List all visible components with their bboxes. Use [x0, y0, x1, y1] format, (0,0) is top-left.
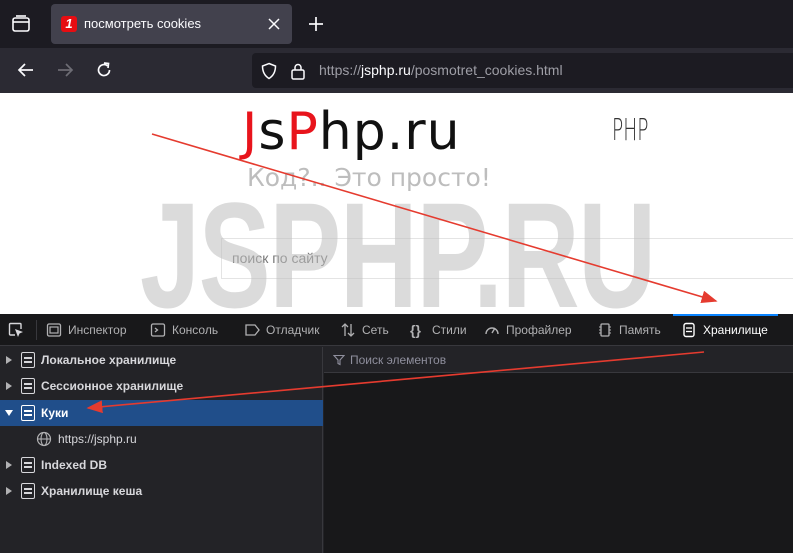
php-mark: PHP: [612, 113, 649, 148]
tab-label: Инспектор: [68, 323, 127, 337]
tab-title: посмотреть cookies: [84, 16, 202, 31]
storage-icon: [21, 352, 35, 368]
devtools-panel: Инспектор Консоль Отладчик Сеть {} Стили…: [0, 314, 793, 553]
tab-active[interactable]: 1 посмотреть cookies: [51, 4, 292, 44]
expand-arrow-icon[interactable]: [6, 382, 12, 390]
url-path: /posmotret_cookies.html: [410, 62, 563, 78]
devtools-tab-profiler[interactable]: Профайлер: [484, 314, 572, 346]
tab-label: Отладчик: [266, 323, 320, 337]
tab-label: Стили: [432, 323, 467, 337]
site-slogan: Код?.. Это просто!: [247, 163, 491, 192]
tree-item-cookies[interactable]: Куки: [0, 400, 323, 426]
filter-placeholder: Поиск элементов: [350, 353, 447, 367]
search-placeholder: поиск по сайту: [232, 250, 328, 266]
tree-item-session-storage[interactable]: Сессионное хранилище: [0, 373, 323, 399]
storage-icon: [21, 457, 35, 473]
web-page-content: JsPhp.ru PHP Код?.. Это просто! поиск по…: [0, 93, 793, 314]
tab-label: Память: [619, 323, 661, 337]
logo-part: P: [286, 102, 319, 162]
url-text[interactable]: https://jsphp.ru/posmotret_cookies.html: [319, 62, 563, 78]
tree-item-local-storage[interactable]: Локальное хранилище: [0, 347, 323, 373]
tree-item-label: Сессионное хранилище: [41, 379, 184, 393]
tracking-protection-shield-icon[interactable]: [260, 62, 278, 80]
tab-list-icon[interactable]: [10, 13, 32, 35]
devtools-toolbar: Инспектор Консоль Отладчик Сеть {} Стили…: [0, 314, 793, 346]
style-editor-icon: {}: [410, 322, 421, 338]
devtools-tab-storage[interactable]: Хранилище: [673, 314, 778, 346]
expand-arrow-icon[interactable]: [6, 487, 12, 495]
devtools-tab-memory[interactable]: Память: [597, 314, 661, 346]
logo-part: J: [242, 102, 259, 162]
tree-item-cookie-host[interactable]: https://jsphp.ru: [0, 426, 323, 452]
devtools-tab-style-editor[interactable]: {} Стили: [410, 314, 467, 346]
tree-item-label: Indexed DB: [41, 458, 108, 472]
reload-icon[interactable]: [94, 60, 114, 80]
url-bar[interactable]: https://jsphp.ru/posmotret_cookies.html: [252, 53, 793, 88]
logo-part: hp.ru: [318, 102, 461, 162]
filter-icon: [333, 354, 345, 366]
forward-icon[interactable]: [55, 60, 75, 80]
debugger-icon: [245, 324, 260, 336]
tree-item-indexed-db[interactable]: Indexed DB: [0, 452, 323, 478]
close-tab-icon[interactable]: [266, 16, 282, 32]
tree-item-label: Локальное хранилище: [41, 353, 177, 367]
site-logo[interactable]: JsPhp.ru: [242, 101, 461, 163]
expand-arrow-icon[interactable]: [6, 356, 12, 364]
tab-label: Консоль: [172, 323, 219, 337]
tab-label: Сеть: [362, 323, 389, 337]
storage-icon: [21, 483, 35, 499]
devtools-tab-console[interactable]: Консоль: [150, 314, 218, 346]
tree-item-label: Хранилище кеша: [41, 484, 143, 498]
url-host: jsphp.ru: [361, 62, 411, 78]
storage-table-pane: Поиск элементов: [324, 347, 793, 553]
toolbar-separator: [36, 320, 37, 340]
devtools-tab-network[interactable]: Сеть: [340, 314, 389, 346]
storage-icon: [683, 322, 695, 338]
network-icon: [341, 323, 355, 337]
lock-icon[interactable]: [290, 62, 306, 80]
tab-label: Профайлер: [506, 323, 572, 337]
url-scheme: https://: [319, 62, 362, 78]
globe-icon: [36, 431, 52, 447]
expand-arrow-icon[interactable]: [6, 461, 12, 469]
console-icon: [150, 323, 166, 337]
storage-tree: Локальное хранилище Сессионное хранилище…: [0, 347, 323, 553]
element-picker-icon[interactable]: [8, 322, 24, 338]
memory-icon: [599, 323, 611, 337]
logo-part: s: [258, 102, 287, 162]
filter-items-input[interactable]: Поиск элементов: [324, 347, 793, 373]
storage-icon: [21, 378, 35, 394]
tree-item-label: Куки: [41, 406, 69, 420]
inspector-icon: [46, 323, 62, 337]
site-favicon-icon: 1: [61, 16, 77, 32]
storage-icon: [21, 405, 35, 421]
navigation-toolbar: https://jsphp.ru/posmotret_cookies.html: [0, 48, 793, 93]
devtools-tab-inspector[interactable]: Инспектор: [46, 314, 127, 346]
devtools-tab-debugger[interactable]: Отладчик: [244, 314, 319, 346]
tab-strip: 1 посмотреть cookies: [0, 0, 793, 48]
profiler-icon: [485, 327, 499, 335]
site-search-input[interactable]: поиск по сайту: [221, 238, 793, 279]
tree-item-label: https://jsphp.ru: [58, 432, 137, 446]
tab-label: Хранилище: [703, 323, 768, 337]
collapse-arrow-icon[interactable]: [5, 410, 13, 416]
new-tab-icon[interactable]: [305, 13, 327, 35]
tree-item-cache-storage[interactable]: Хранилище кеша: [0, 478, 323, 504]
back-icon[interactable]: [16, 60, 36, 80]
